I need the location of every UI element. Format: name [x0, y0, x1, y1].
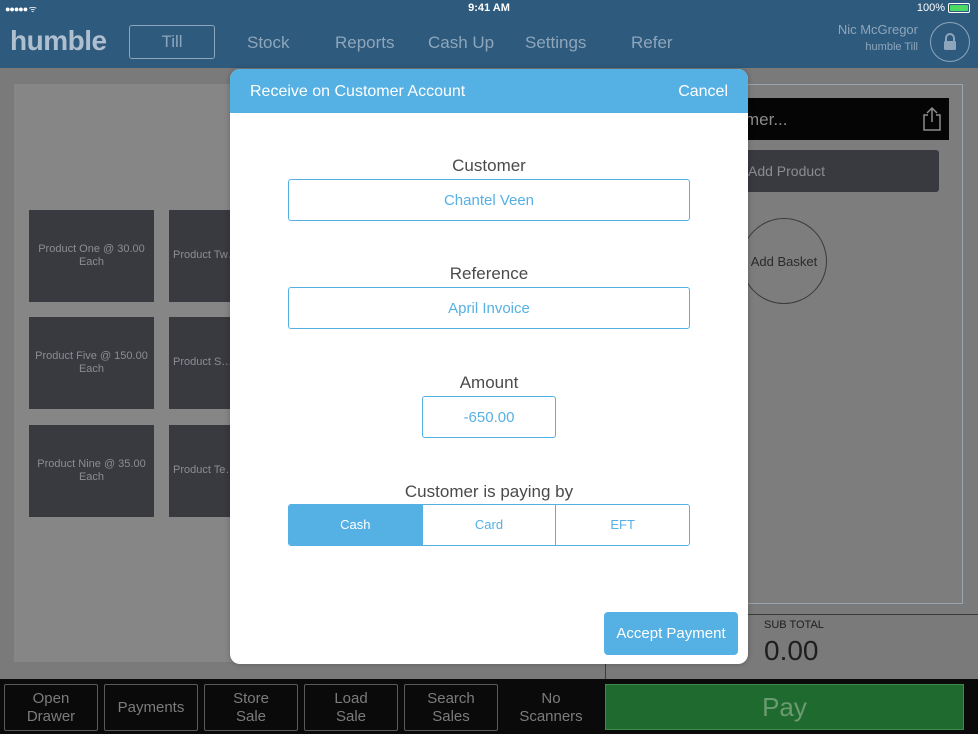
payment-option-card[interactable]: Card [421, 505, 556, 545]
battery-indicator: 100% [917, 2, 970, 14]
cancel-button[interactable]: Cancel [678, 83, 728, 101]
lock-button[interactable] [930, 22, 970, 62]
receive-on-account-dialog: Receive on Customer Account Cancel Custo… [230, 69, 748, 664]
dialog-title: Receive on Customer Account [250, 83, 466, 100]
status-bar: ●●●●● ᯤ 9:41 AM 100% [0, 0, 978, 17]
nav-tab-settings[interactable]: Settings [525, 33, 586, 53]
product-tile[interactable]: Product Five @ 150.00 Each [29, 317, 154, 409]
nav-tab-till[interactable]: Till [129, 25, 215, 59]
customer-field[interactable] [288, 179, 690, 221]
share-icon[interactable] [921, 106, 943, 132]
amount-label: Amount [459, 373, 519, 392]
clock: 9:41 AM [468, 2, 510, 14]
nav-tab-cash-up[interactable]: Cash Up [428, 33, 494, 53]
app-logo: humble [10, 25, 107, 56]
payment-method-selector: Cash Card EFT [288, 504, 690, 546]
search-sales-button[interactable]: Search Sales [404, 684, 498, 731]
nav-tab-reports[interactable]: Reports [335, 33, 395, 53]
user-name: Nic McGregor [837, 22, 918, 37]
accept-payment-button[interactable]: Accept Payment [604, 612, 738, 655]
scanner-status: No Scanners [519, 689, 583, 725]
amount-field[interactable] [422, 396, 556, 438]
battery-icon [948, 3, 970, 13]
reference-field[interactable] [288, 287, 690, 329]
store-sale-button[interactable]: Store Sale [204, 684, 298, 731]
customer-label: Customer [452, 156, 526, 175]
battery-percent: 100% [916, 2, 945, 14]
payments-button[interactable]: Payments [104, 684, 198, 731]
open-drawer-button[interactable]: Open Drawer [4, 684, 98, 731]
reference-label: Reference [449, 264, 529, 283]
load-sale-button[interactable]: Load Sale [304, 684, 398, 731]
dialog-header: Receive on Customer Account Cancel [230, 69, 748, 113]
product-tile[interactable]: Product Nine @ 35.00 Each [29, 425, 154, 517]
add-basket-button[interactable]: Add Basket [741, 218, 827, 304]
add-product-label: Add Product [748, 163, 826, 179]
subtotal-label: SUB TOTAL [758, 619, 830, 631]
subtotal-value: 0.00 [764, 635, 819, 666]
pay-button[interactable]: Pay [605, 684, 964, 730]
customer-placeholder: mer... [745, 110, 788, 129]
product-tile[interactable]: Product One @ 30.00 Each [29, 210, 154, 302]
user-info: Nic McGregor humble Till [838, 22, 918, 53]
paying-by-label: Customer is paying by [404, 482, 574, 501]
payment-option-eft[interactable]: EFT [555, 505, 689, 545]
top-nav: humble Till Stock Reports Cash Up Settin… [0, 17, 978, 68]
nav-tab-refer[interactable]: Refer [631, 33, 673, 53]
payment-option-cash[interactable]: Cash [289, 505, 422, 545]
lock-icon [944, 33, 956, 50]
nav-tab-stock[interactable]: Stock [247, 33, 290, 53]
till-name: humble Till [865, 41, 918, 53]
